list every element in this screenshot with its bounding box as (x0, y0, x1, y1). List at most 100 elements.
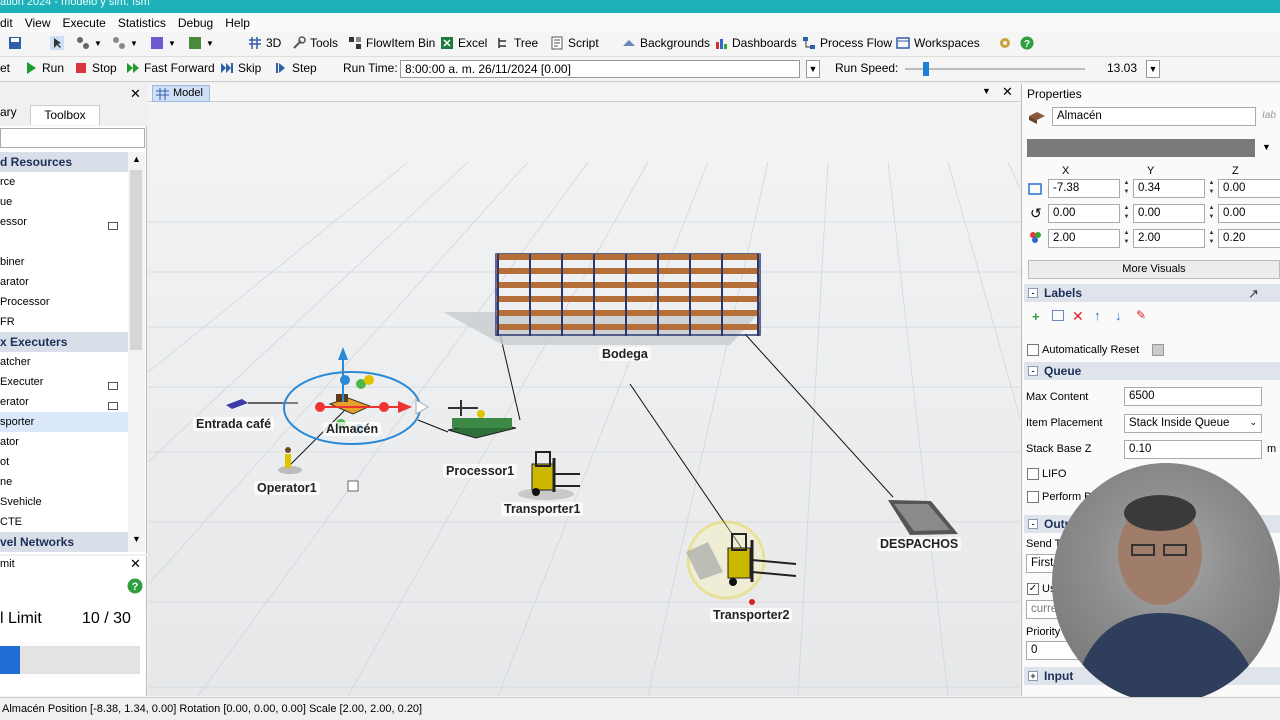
library-item-robot[interactable]: ot (0, 452, 128, 472)
rotation-y-field[interactable]: 0.00 (1133, 204, 1205, 223)
more-visuals-button[interactable]: More Visuals (1028, 260, 1280, 279)
run-speed-slider[interactable] (905, 68, 1085, 70)
library-item-basicfr[interactable]: FR (0, 312, 128, 332)
rotation-x-field[interactable]: 0.00 (1048, 204, 1120, 223)
rotation-x-spinner[interactable]: ▲ ▼ (1122, 204, 1131, 223)
library-item-elevator[interactable]: ator (0, 432, 128, 452)
run-time-dropdown[interactable]: ▼ (806, 60, 820, 78)
toolbar-flowitem-bin-button[interactable]: FlowItem Bin (348, 36, 435, 50)
scroll-down-icon[interactable]: ▼ (132, 534, 141, 544)
model-view[interactable]: Model ▼ ✕ Entrada café Almacén Operator1… (148, 84, 1020, 696)
label-despachos[interactable]: DESPACHOS (877, 537, 962, 551)
color-dropdown-icon[interactable]: ▼ (1262, 142, 1271, 152)
label-transporter1[interactable]: Transporter1 (501, 502, 584, 516)
position-z-field[interactable]: 0.00 (1218, 179, 1280, 198)
close-limit-icon[interactable]: ✕ (130, 556, 141, 572)
help-button[interactable]: ? (1020, 36, 1038, 50)
object-name-field[interactable]: Almacén (1052, 107, 1256, 126)
toolbar-excel-button[interactable]: Excel (440, 36, 487, 50)
library-item-multiprocessor[interactable]: Processor (0, 292, 128, 312)
help-icon[interactable]: ? (127, 578, 143, 594)
select-mode-button[interactable] (50, 36, 68, 50)
label-transporter2[interactable]: Transporter2 (710, 608, 793, 622)
auto-reset-checkbox[interactable] (1027, 344, 1039, 356)
run-speed-slider-thumb[interactable] (923, 62, 929, 76)
toolbar-tree-button[interactable]: Tree (496, 36, 538, 50)
toolbar-3d-button[interactable]: 3D (248, 36, 281, 50)
rotation-z-field[interactable]: 0.00 (1218, 204, 1280, 223)
library-category-travel-networks[interactable]: vel Networks (0, 532, 128, 552)
tab-toolbox[interactable]: Toolbox (30, 105, 100, 125)
menu-statistics[interactable]: Statistics (118, 16, 166, 30)
use-transport-checkbox[interactable]: ✓ (1027, 583, 1039, 595)
reset-button[interactable]: et (0, 61, 10, 75)
menu-debug[interactable]: Debug (178, 16, 213, 30)
size-x-spinner[interactable]: ▲ ▼ (1122, 229, 1131, 248)
move-down-icon[interactable]: ↓ (1115, 308, 1122, 323)
section-labels[interactable]: - Labels (1024, 284, 1280, 302)
tab-model[interactable]: Model (152, 85, 210, 102)
position-x-field[interactable]: -7.38 (1048, 179, 1120, 198)
library-category-fixed-resources[interactable]: d Resources (0, 152, 128, 172)
save-button[interactable] (8, 36, 26, 50)
label-almacen[interactable]: Almacén (323, 422, 382, 436)
toolbar-dashboards-button[interactable]: Dashboards (714, 36, 797, 50)
close-library-icon[interactable]: ✕ (130, 86, 141, 102)
size-z-field[interactable]: 0.20 (1218, 229, 1280, 248)
toolbar-backgrounds-button[interactable]: Backgrounds (622, 36, 710, 50)
size-x-field[interactable]: 2.00 (1048, 229, 1120, 248)
close-model-icon[interactable]: ✕ (1002, 84, 1013, 100)
library-item-crane[interactable]: ne (0, 472, 128, 492)
pin-icon[interactable]: ✎ (1136, 308, 1146, 322)
label-processor1[interactable]: Processor1 (443, 464, 518, 478)
run-speed-dropdown[interactable]: ▼ (1146, 60, 1160, 78)
add-label-icon[interactable]: + (1032, 309, 1040, 324)
view-options-button[interactable]: ▼ (188, 36, 214, 50)
size-y-spinner[interactable]: ▲ ▼ (1207, 229, 1216, 248)
color-button[interactable]: ▼ (150, 36, 176, 50)
library-item-bridge-cte[interactable]: CTE (0, 512, 128, 532)
library-item-transporter[interactable]: sporter (0, 412, 128, 432)
library-scrollbar[interactable]: ▲ ▼ (128, 152, 145, 552)
duplicate-label-icon[interactable] (1052, 310, 1064, 321)
open-labels-icon[interactable]: ↗ (1248, 286, 1259, 302)
library-item-separator[interactable]: arator (0, 272, 128, 292)
toolbar-script-button[interactable]: Script (550, 36, 599, 50)
max-content-field[interactable]: 6500 (1124, 387, 1262, 406)
stack-base-field[interactable]: 0.10 (1124, 440, 1262, 459)
position-y-field[interactable]: 0.34 (1133, 179, 1205, 198)
toolbar-workspaces-button[interactable]: Workspaces (896, 36, 980, 50)
stop-button[interactable]: Stop (74, 61, 117, 75)
size-y-field[interactable]: 2.00 (1133, 229, 1205, 248)
menu-execute[interactable]: Execute (62, 16, 105, 30)
position-y-spinner[interactable]: ▲ ▼ (1207, 179, 1216, 198)
label-entrada-cafe[interactable]: Entrada café (193, 417, 275, 431)
toolbar-tools-button[interactable]: Tools (292, 36, 338, 50)
library-item-source[interactable]: rce (0, 172, 128, 192)
library-item-blank[interactable] (0, 232, 128, 252)
move-up-icon[interactable]: ↑ (1094, 308, 1101, 323)
library-search-input[interactable] (0, 128, 145, 148)
perform-batching-checkbox[interactable] (1027, 491, 1039, 503)
library-item-queue[interactable]: ue (0, 192, 128, 212)
menu-edit[interactable]: dit (0, 16, 13, 30)
label-tag-icon[interactable]: Iab (1262, 110, 1276, 121)
menu-help[interactable]: Help (225, 16, 250, 30)
library-category-task-executers[interactable]: x Executers (0, 332, 128, 352)
toolbar-process-flow-button[interactable]: Process Flow (802, 36, 892, 50)
library-item-combiner[interactable]: biner (0, 252, 128, 272)
tab-library[interactable]: ary (0, 105, 20, 119)
library-item-asrsvehicle[interactable]: Svehicle (0, 492, 128, 512)
disconnect-mode-button[interactable]: ▼ (112, 36, 138, 50)
reset-save-icon[interactable] (1152, 344, 1164, 356)
scroll-up-icon[interactable]: ▲ (132, 154, 141, 164)
object-color-swatch[interactable] (1027, 139, 1255, 157)
position-x-spinner[interactable]: ▲ ▼ (1122, 179, 1131, 198)
library-item-dispatcher[interactable]: atcher (0, 352, 128, 372)
lifo-checkbox[interactable] (1027, 468, 1039, 480)
fast-forward-button[interactable]: Fast Forward (126, 61, 215, 75)
run-button[interactable]: Run (24, 61, 64, 75)
label-bodega[interactable]: Bodega (599, 347, 651, 361)
skip-button[interactable]: Skip (220, 61, 261, 75)
model-scene[interactable] (148, 102, 1020, 696)
